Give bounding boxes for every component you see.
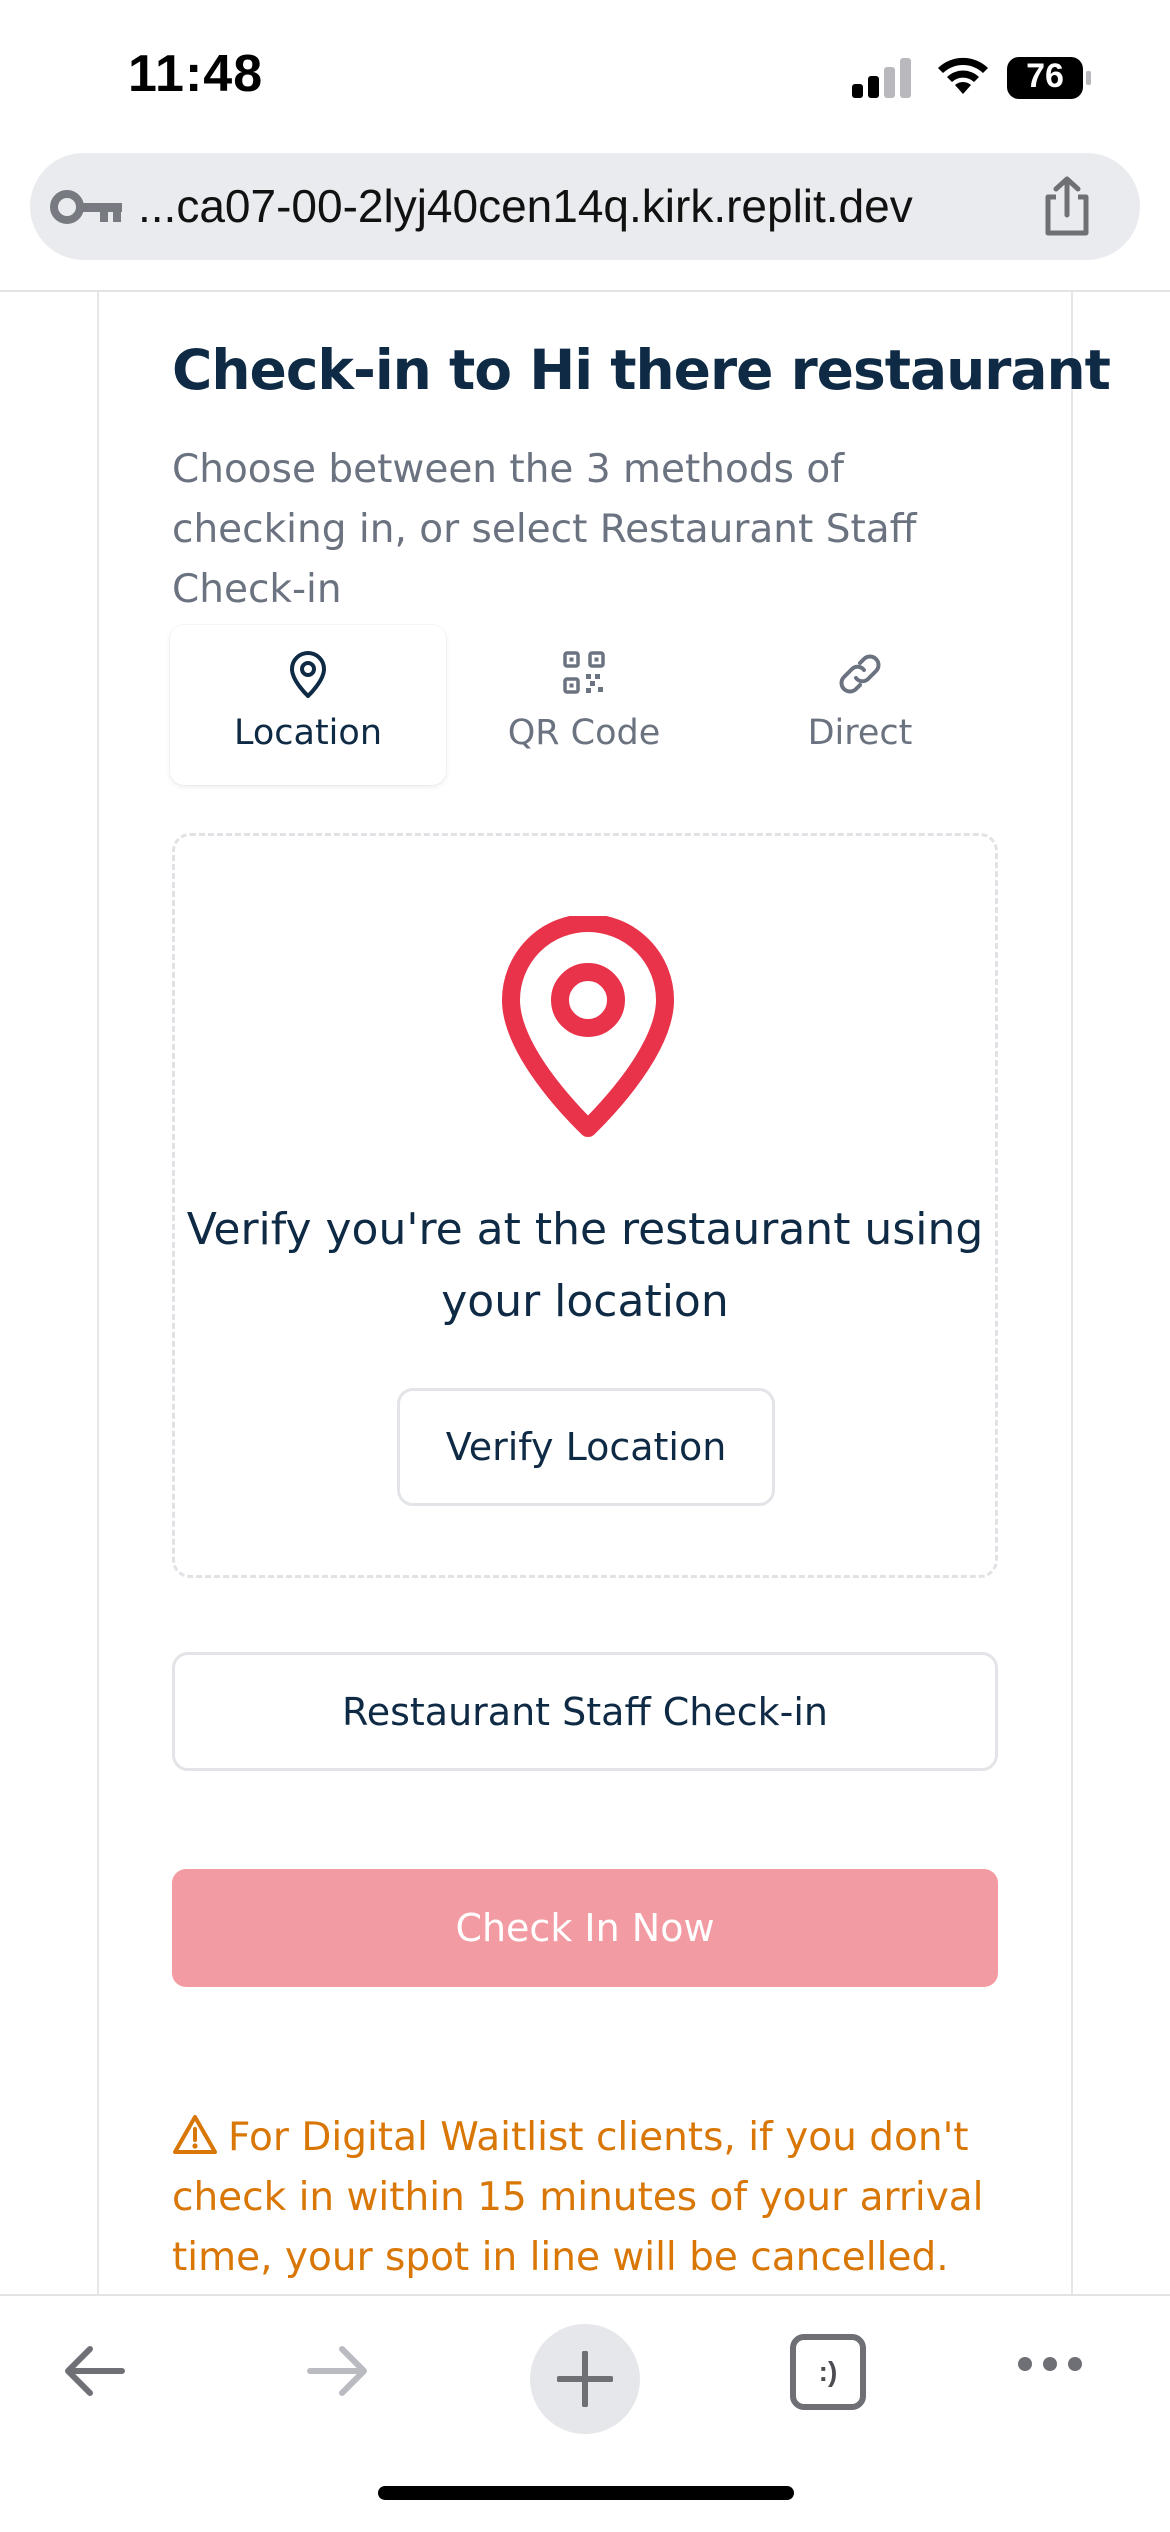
- plus-icon: [557, 2351, 613, 2407]
- tab-location-label: Location: [233, 713, 383, 753]
- status-time: 11:48: [128, 45, 264, 103]
- check-in-now-button[interactable]: Check In Now: [172, 1869, 998, 1987]
- link-icon: [839, 654, 881, 694]
- back-arrow-icon[interactable]: [60, 2336, 130, 2406]
- page-title: Check-in to Hi there restaurant: [172, 338, 1111, 402]
- warning-text: For Digital Waitlist clients, if you don…: [172, 2115, 984, 2280]
- restaurant-staff-checkin-button[interactable]: Restaurant Staff Check-in: [172, 1652, 998, 1771]
- forward-arrow-icon[interactable]: [302, 2336, 372, 2406]
- map-pin-icon: [290, 651, 326, 698]
- url-bar[interactable]: ...ca07-00-2lyj40cen14q.kirk.replit.dev: [30, 153, 1140, 260]
- tab-direct[interactable]: Direct: [722, 625, 998, 785]
- battery-level: 76: [1026, 56, 1064, 95]
- location-instructions: Verify you're at the restaurant using yo…: [186, 1204, 984, 1327]
- url-text[interactable]: ...ca07-00-2lyj40cen14q.kirk.replit.dev: [138, 179, 913, 233]
- verify-location-button[interactable]: Verify Location: [397, 1388, 775, 1506]
- status-bar: 11:48 76: [0, 0, 1170, 150]
- qr-code-icon: [563, 651, 605, 694]
- page-subtitle: Choose between the 3 methods of checking…: [172, 447, 917, 612]
- tab-qr-code-label: QR Code: [507, 713, 661, 753]
- warning-icon: [173, 2115, 217, 2154]
- signal-icon: [852, 58, 911, 98]
- tabs-badge: :): [818, 2356, 838, 2387]
- tab-location[interactable]: Location: [170, 625, 446, 785]
- more-icon[interactable]: [1015, 2352, 1085, 2376]
- tabs-icon[interactable]: :): [790, 2334, 866, 2410]
- share-icon[interactable]: [1038, 175, 1096, 237]
- home-indicator: [378, 2486, 794, 2500]
- wifi-icon: [938, 57, 988, 94]
- tab-direct-label: Direct: [807, 713, 913, 753]
- location-panel: Verify you're at the restaurant using yo…: [172, 833, 998, 1578]
- waitlist-warning: For Digital Waitlist clients, if you don…: [172, 2108, 1002, 2288]
- new-tab-button[interactable]: [530, 2324, 640, 2434]
- tab-qr-code[interactable]: QR Code: [446, 625, 722, 785]
- map-pin-icon: [502, 916, 674, 1137]
- key-icon: [50, 190, 122, 224]
